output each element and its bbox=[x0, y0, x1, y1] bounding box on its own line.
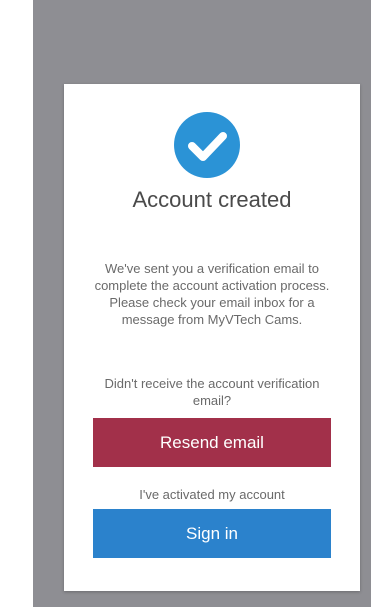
check-circle-icon bbox=[174, 112, 240, 178]
account-created-dialog: Account created We've sent you a verific… bbox=[64, 84, 360, 591]
verification-message: We've sent you a verification email to c… bbox=[94, 261, 330, 327]
resend-notice: Didn't receive the account verification … bbox=[104, 376, 320, 408]
activated-hint: I've activated my account bbox=[139, 487, 285, 502]
resend-email-button[interactable]: Resend email bbox=[93, 418, 331, 467]
dialog-title: Account created bbox=[132, 187, 292, 212]
sign-in-button[interactable]: Sign in bbox=[93, 509, 331, 558]
